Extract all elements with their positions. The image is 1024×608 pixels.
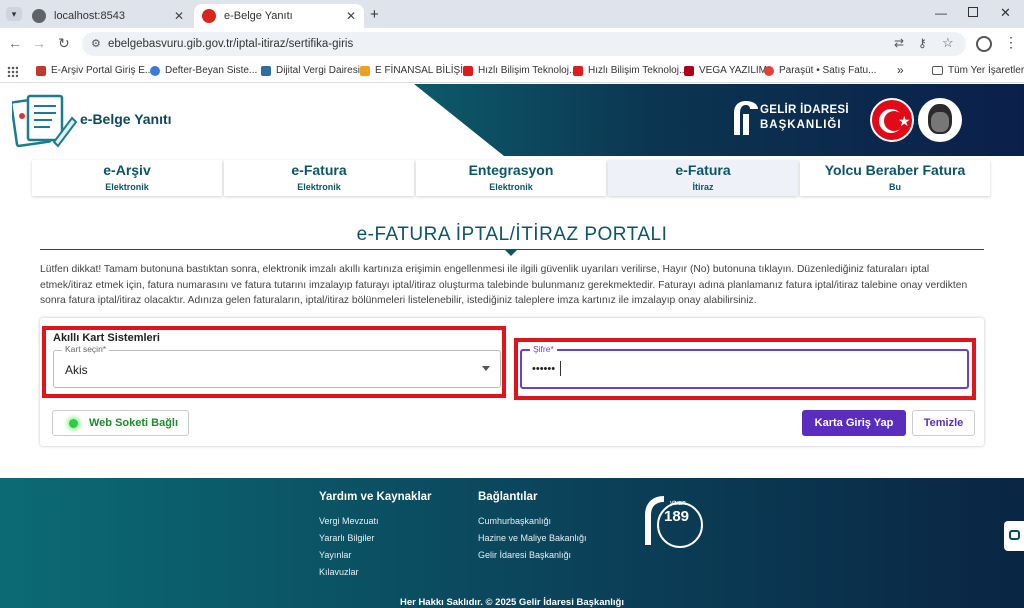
vimer-number: 189	[664, 508, 690, 525]
all-bookmarks-button[interactable]: Tüm Yer İşaretleri	[932, 65, 1024, 76]
tab-title: localhost:8543	[54, 10, 125, 22]
footer-link-cumhurbaskanligi[interactable]: Cumhurbaşkanlığı	[478, 516, 551, 526]
bookmark-item[interactable]: VEGA YAZILIM	[684, 65, 767, 76]
clear-button[interactable]: Temizle	[912, 410, 975, 436]
page-title: e-FATURA İPTAL/İTİRAZ PORTALI	[356, 224, 668, 245]
nav-tab-e-arsiv[interactable]: e-Arşiv Elektronik	[32, 160, 222, 196]
bookmark-favicon-icon	[150, 65, 160, 76]
tab-title: e-Belge Yanıtı	[224, 10, 293, 22]
bookmark-item[interactable]: E FİNANSAL BİLİŞİM	[360, 65, 471, 76]
new-tab-button[interactable]: +	[370, 6, 379, 23]
maximize-icon[interactable]	[968, 7, 978, 17]
apps-grid-icon[interactable]	[7, 66, 18, 77]
footer-col1-title: Yardım ve Kaynaklar	[319, 491, 432, 503]
bookmark-favicon-icon	[261, 65, 271, 76]
site-header: e-Belge Yanıtı GELİR İDARESİ BAŞKANLIĞI …	[0, 84, 1024, 156]
bookmark-item[interactable]: Paraşüt • Satış Fatu...	[764, 65, 876, 76]
nav-tab-yolcu-beraber[interactable]: Yolcu Beraber Fatura Bu	[800, 160, 990, 196]
connected-dot-icon	[69, 419, 78, 428]
site-footer: Yardım ve Kaynaklar Vergi Mevzuatı Yarar…	[0, 478, 1024, 608]
tab-search-chevron-icon[interactable]: ▾	[6, 7, 22, 21]
bookmark-favicon-icon	[684, 65, 694, 76]
footer-link-yayinlar[interactable]: Yayınlar	[319, 550, 351, 560]
folder-icon	[932, 66, 943, 75]
title-caret-icon	[504, 249, 518, 256]
bookmark-favicon-icon	[36, 65, 46, 76]
bookmark-item[interactable]: E-Arşiv Portal Giriş E...	[36, 65, 153, 76]
ataturk-portrait-icon	[918, 98, 962, 142]
site-info-icon[interactable]: ⚙	[91, 37, 101, 50]
profile-avatar-icon[interactable]	[976, 36, 992, 52]
reload-icon[interactable]: ↻	[58, 35, 70, 52]
bookmark-favicon-icon	[573, 65, 583, 76]
back-icon[interactable]: ←	[8, 35, 22, 51]
gib-title-line2: BAŞKANLIĞI	[760, 119, 842, 131]
bookmark-item[interactable]: Hızlı Bilişim Teknoloj...	[463, 65, 577, 76]
vimer-label: VİMER	[670, 501, 686, 507]
translate-icon[interactable]: ⇄	[894, 36, 904, 50]
minimize-icon[interactable]: —	[935, 6, 947, 20]
footer-link-hazine[interactable]: Hazine ve Maliye Bakanlığı	[478, 533, 587, 543]
bookmarks-bar: E-Arşiv Portal Giriş E... Defter-Beyan S…	[0, 61, 1024, 83]
browser-tab-strip: ▾ localhost:8543 ✕ e-Belge Yanıtı ✕ + — …	[0, 0, 1024, 28]
footer-link-gib[interactable]: Gelir İdaresi Başkanlığı	[478, 550, 571, 560]
bookmarks-overflow-button[interactable]: »	[897, 63, 904, 77]
bookmark-favicon-icon	[463, 65, 473, 76]
footer-link-vergi-mevzuati[interactable]: Vergi Mevzuatı	[319, 516, 379, 526]
password-key-icon[interactable]: ⚷	[918, 36, 927, 50]
app-title: e-Belge Yanıtı	[80, 111, 172, 127]
nav-tab-entegrasyon[interactable]: Entegrasyon Elektronik	[416, 160, 606, 196]
copyright-text: Her Hakkı Saklıdır. © 2025 Gelir İdaresi…	[399, 597, 625, 608]
bookmark-item[interactable]: Dijital Vergi Dairesi	[261, 65, 360, 76]
turkish-flag-icon: ★	[870, 98, 914, 142]
websocket-status-button[interactable]: Web Soketi Bağlı	[52, 410, 189, 436]
browser-tab-localhost[interactable]: localhost:8543 ✕	[24, 4, 192, 28]
close-tab-icon[interactable]: ✕	[174, 9, 184, 23]
bookmark-item[interactable]: Defter-Beyan Siste...	[150, 65, 257, 76]
address-bar-row: ← → ↻ ⚙ ebelgebasvuru.gib.gov.tr/iptal-i…	[0, 28, 1024, 61]
vimer-189-logo-icon: VİMER 189	[640, 495, 704, 549]
bookmark-favicon-icon	[764, 65, 774, 76]
bookmark-favicon-icon	[360, 65, 370, 76]
url-input[interactable]: ⚙ ebelgebasvuru.gib.gov.tr/iptal-itiraz/…	[82, 32, 966, 56]
footer-link-kilavuzlar[interactable]: Kılavuzlar	[319, 567, 359, 577]
forward-icon[interactable]: →	[32, 35, 46, 51]
side-chat-button[interactable]	[1004, 521, 1024, 551]
chat-icon	[1009, 530, 1020, 540]
browser-menu-icon[interactable]: ⋮	[1004, 34, 1018, 51]
footer-link-yararli-bilgiler[interactable]: Yararlı Bilgiler	[319, 533, 374, 543]
document-logo-icon	[12, 94, 78, 148]
nav-tab-e-fatura-itiraz[interactable]: e-Fatura İtiraz	[608, 160, 798, 196]
close-window-icon[interactable]: ✕	[1000, 5, 1011, 21]
header-banner: GELİR İDARESİ BAŞKANLIĞI ★	[414, 84, 1024, 156]
bookmark-item[interactable]: Hızlı Bilişim Teknoloj...	[573, 65, 687, 76]
close-tab-icon[interactable]: ✕	[346, 9, 356, 23]
globe-icon	[32, 9, 46, 23]
bookmark-star-icon[interactable]: ☆	[942, 35, 954, 51]
browser-tab-ebelge[interactable]: e-Belge Yanıtı ✕	[194, 4, 364, 28]
highlight-card-select	[42, 326, 506, 398]
gib-favicon-icon	[202, 9, 216, 23]
nav-tab-e-fatura[interactable]: e-Fatura Elektronik	[224, 160, 414, 196]
gib-logo-icon	[734, 101, 758, 135]
footer-col2-title: Bağlantılar	[478, 491, 538, 503]
url-text: ebelgebasvuru.gib.gov.tr/iptal-itiraz/se…	[108, 38, 354, 50]
card-login-button[interactable]: Karta Giriş Yap	[802, 410, 906, 436]
highlight-pin-input	[514, 338, 976, 400]
notice-text: Lütfen dikkat! Tamam butonuna bastıktan …	[40, 264, 968, 306]
gib-title-line1: GELİR İDARESİ	[760, 104, 849, 116]
